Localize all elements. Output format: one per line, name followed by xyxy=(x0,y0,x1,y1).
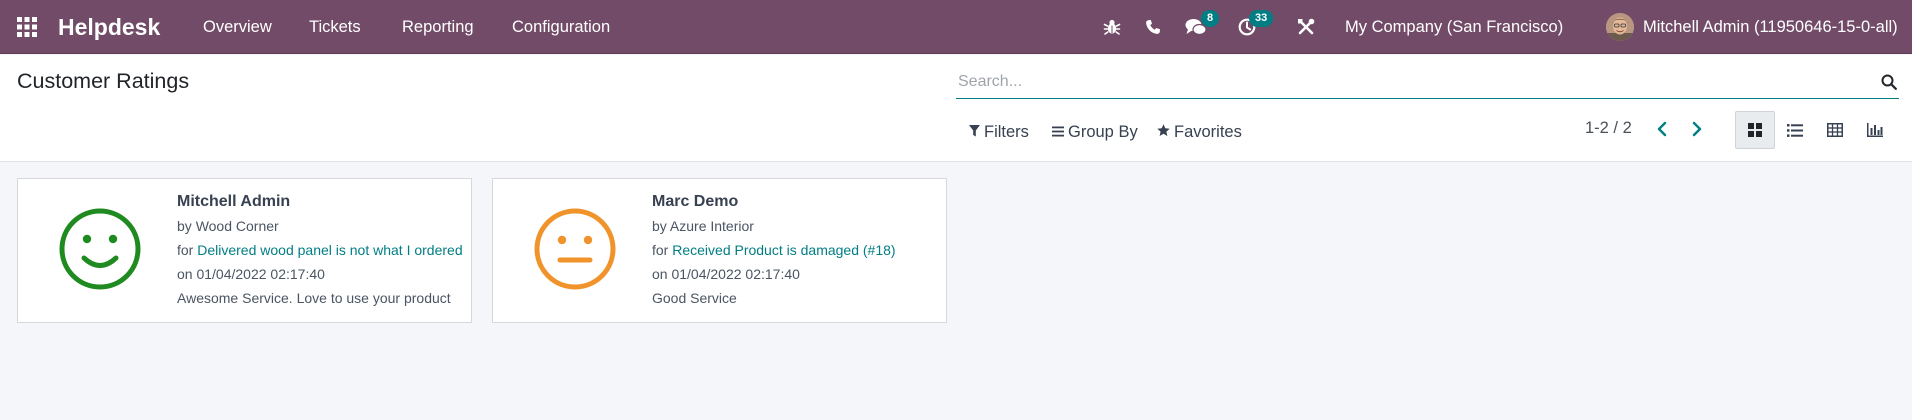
ticket-link[interactable]: Delivered wood panel is not what I order… xyxy=(197,242,462,258)
avatar xyxy=(1606,13,1634,41)
rating-date: on 01/04/2022 02:17:40 xyxy=(652,266,800,282)
menu-overview[interactable]: Overview xyxy=(203,0,272,54)
control-panel: Customer Ratings Filters Group By Favori… xyxy=(0,55,1912,162)
company-switcher[interactable]: My Company (San Francisco) xyxy=(1345,0,1563,54)
filter-icon xyxy=(969,123,980,142)
menu-reporting[interactable]: Reporting xyxy=(402,0,474,54)
search-bar xyxy=(956,65,1899,99)
group-by-button[interactable]: Group By xyxy=(1052,120,1138,144)
rating-feedback: Awesome Service. Love to use your produc… xyxy=(177,290,451,306)
ticket-link[interactable]: Received Product is damaged (#18) xyxy=(672,242,895,258)
pager-previous-icon[interactable] xyxy=(1656,121,1668,142)
graph-view-icon[interactable] xyxy=(1855,111,1895,149)
neutral-face-icon xyxy=(533,207,617,296)
apps-grid-icon[interactable] xyxy=(16,0,38,54)
filters-label: Filters xyxy=(984,122,1029,141)
top-navbar: Helpdesk Overview Tickets Reporting Conf… xyxy=(0,0,1912,54)
filters-button[interactable]: Filters xyxy=(969,120,1029,144)
rating-customer: by Azure Interior xyxy=(652,218,754,234)
phone-icon[interactable] xyxy=(1145,0,1161,54)
group-by-icon xyxy=(1052,123,1064,142)
bug-icon[interactable] xyxy=(1103,0,1121,54)
user-name[interactable]: Mitchell Admin (11950646-15-0-all) xyxy=(1643,0,1898,54)
clock-icon[interactable] xyxy=(1238,0,1256,54)
rating-card[interactable]: Mitchell Admin by Wood Corner for Delive… xyxy=(17,178,472,323)
activities-badge: 33 xyxy=(1249,10,1274,27)
rating-ticket: for Delivered wood panel is not what I o… xyxy=(177,242,463,258)
smile-face-icon xyxy=(58,207,142,296)
group-by-label: Group By xyxy=(1068,122,1138,141)
app-brand[interactable]: Helpdesk xyxy=(58,0,160,54)
menu-tickets[interactable]: Tickets xyxy=(309,0,361,54)
pivot-view-icon[interactable] xyxy=(1815,111,1855,149)
rating-partner-name: Mitchell Admin xyxy=(177,193,291,210)
menu-configuration[interactable]: Configuration xyxy=(512,0,610,54)
rating-card[interactable]: Marc Demo by Azure Interior for Received… xyxy=(492,178,947,323)
pager-value[interactable]: 1-2 / 2 xyxy=(1585,119,1632,138)
list-view-icon[interactable] xyxy=(1775,111,1815,149)
rating-feedback: Good Service xyxy=(652,290,737,306)
pager-next-icon[interactable] xyxy=(1691,121,1703,142)
favorites-button[interactable]: Favorites xyxy=(1157,120,1242,144)
rating-date: on 01/04/2022 02:17:40 xyxy=(177,266,325,282)
tools-icon[interactable] xyxy=(1297,0,1315,54)
kanban-view-icon[interactable] xyxy=(1735,111,1775,149)
messages-badge: 8 xyxy=(1201,10,1220,27)
chat-icon[interactable] xyxy=(1185,0,1207,54)
rating-customer: by Wood Corner xyxy=(177,218,279,234)
search-icon[interactable] xyxy=(1881,74,1897,95)
rating-ticket: for Received Product is damaged (#18) xyxy=(652,242,896,258)
search-input[interactable] xyxy=(958,69,1838,95)
favorites-label: Favorites xyxy=(1174,122,1242,141)
user-menu[interactable] xyxy=(1606,0,1634,54)
star-icon xyxy=(1157,123,1170,142)
page-title[interactable]: Customer Ratings xyxy=(17,69,189,94)
rating-partner-name: Marc Demo xyxy=(652,193,739,210)
